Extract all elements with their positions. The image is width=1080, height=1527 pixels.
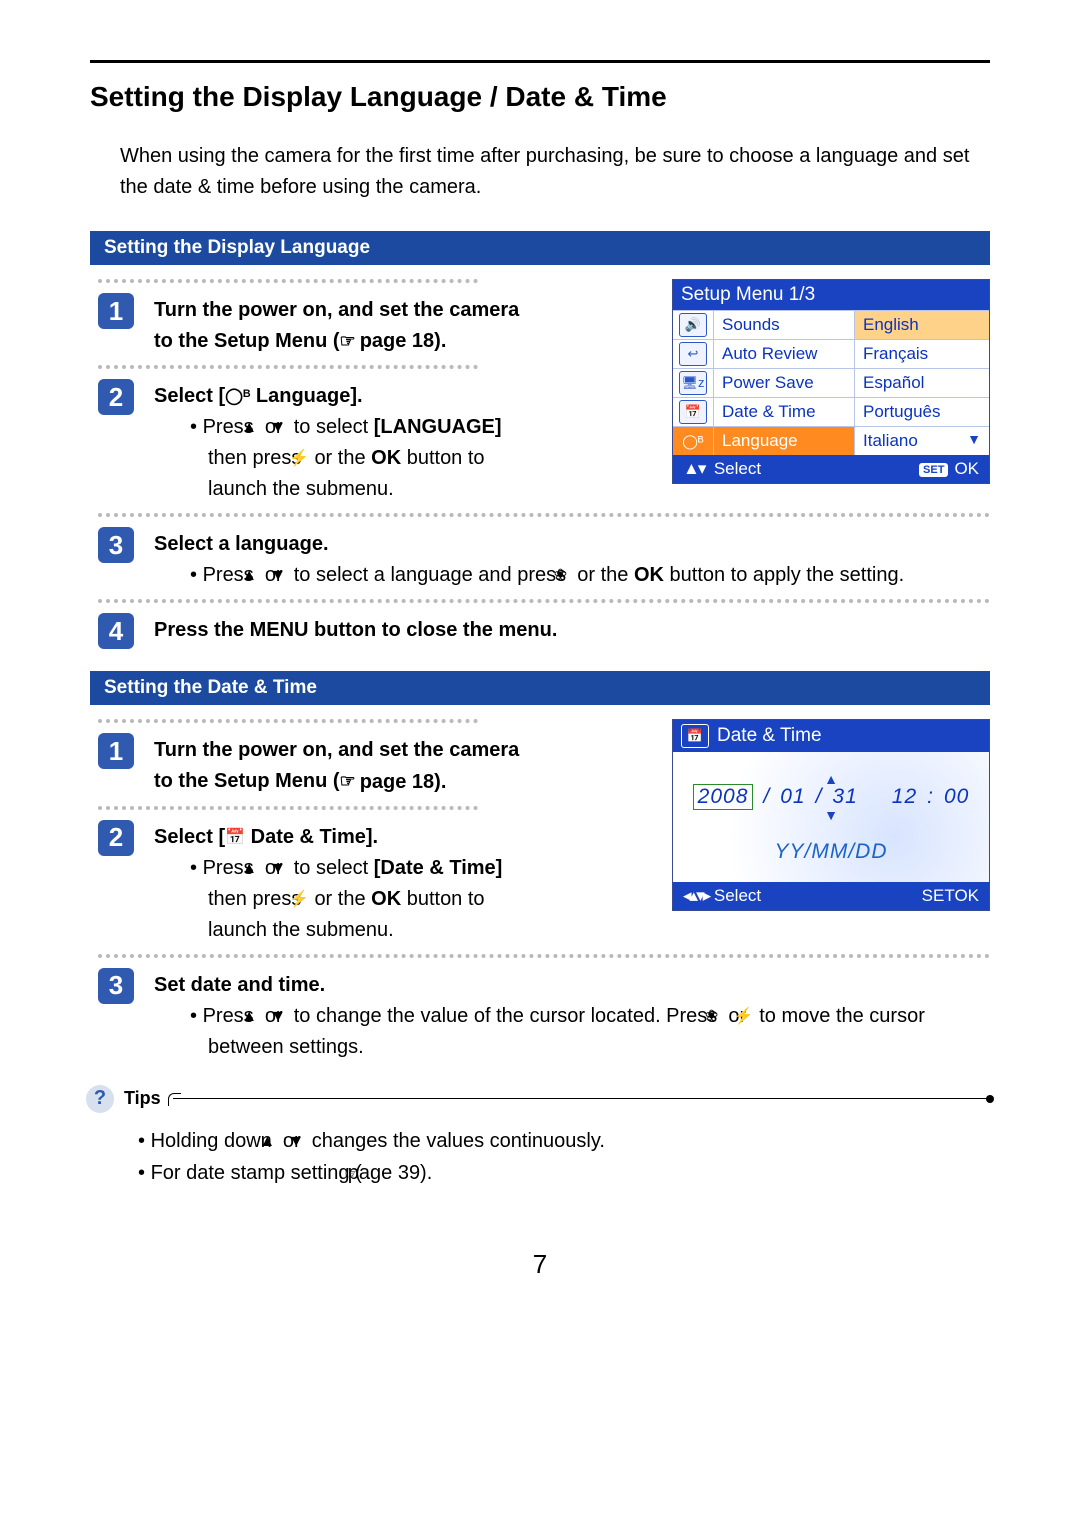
- intro-text: When using the camera for the first time…: [120, 141, 990, 203]
- menu-row-language: ◯ᴮ Language Italiano ▼: [673, 426, 989, 455]
- page-number: 7: [90, 1249, 990, 1280]
- updown-icon: ▲▾: [683, 459, 704, 478]
- down-triangle-icon: ▼: [967, 431, 981, 447]
- menu-row-autoreview: ↩ Auto Review Français: [673, 339, 989, 368]
- step-number: 2: [98, 379, 134, 415]
- menu-label: Language: [714, 427, 854, 455]
- page-ref-icon: ☞: [340, 768, 356, 796]
- date-format-label: YY/MM/DD: [681, 840, 981, 864]
- tips-label: Tips: [124, 1088, 161, 1109]
- menu-row-powersave: 🖥z Power Save Español: [673, 368, 989, 397]
- navpad-icon: ◂▴▾▸: [683, 886, 709, 905]
- page-ref-icon: ☞: [340, 328, 356, 356]
- step-4: 4 Press the MENU button to close the men…: [98, 613, 990, 649]
- setup-menu-title: Setup Menu 1/3: [673, 280, 989, 310]
- datetime-body: ▲ 2008 /01 /31 12:00 ▼ YY/MM/DD: [673, 752, 989, 882]
- dotted-divider: [98, 279, 478, 283]
- tips-rule: [173, 1098, 990, 1099]
- menu-value: Português: [854, 398, 989, 426]
- calendar-icon: 📅: [225, 830, 245, 846]
- tips-icon: ?: [86, 1085, 114, 1113]
- step-number: 1: [98, 293, 134, 329]
- language-icon: ◯ᴮ: [225, 389, 250, 405]
- set-badge: SET: [922, 886, 955, 905]
- dotted-divider: [98, 365, 478, 369]
- dotted-divider: [98, 719, 478, 723]
- date-year-field: 2008: [693, 784, 754, 810]
- section-header-language: Setting the Display Language: [90, 231, 990, 265]
- menu-value: Français: [854, 340, 989, 368]
- step-number: 2: [98, 820, 134, 856]
- menu-label: Power Save: [714, 369, 854, 397]
- menu-row-sounds: 🔊 Sounds English: [673, 310, 989, 339]
- top-rule: [90, 60, 990, 63]
- calendar-icon: 📅: [679, 400, 707, 424]
- dotted-divider: [98, 513, 990, 517]
- setup-menu-screenshot: Setup Menu 1/3 🔊 Sounds English ↩ Auto R…: [672, 279, 990, 484]
- page-title: Setting the Display Language / Date & Ti…: [90, 81, 990, 113]
- dotted-divider: [98, 954, 990, 958]
- dotted-divider: [98, 599, 990, 603]
- dotted-divider: [98, 806, 478, 810]
- flash-icon: ⚡: [307, 451, 309, 467]
- up-triangle-icon: ▲: [681, 774, 981, 784]
- menu-label: Auto Review: [714, 340, 854, 368]
- step-3: 3 Select a language. Press ▲ or ▼ to sel…: [98, 527, 990, 591]
- menu-row-datetime: 📅 Date & Time Português: [673, 397, 989, 426]
- tips-block: ? Tips Holding down ▲ or ▼ changes the v…: [90, 1085, 990, 1189]
- flash-icon: ⚡: [752, 1009, 754, 1025]
- datetime-footer: ◂▴▾▸ Select SETOK: [673, 882, 989, 910]
- step-number: 3: [98, 527, 134, 563]
- sleep-icon: 🖥z: [679, 371, 707, 395]
- section-header-datetime: Setting the Date & Time: [90, 671, 990, 705]
- menu-label: Date & Time: [714, 398, 854, 426]
- calendar-icon: 📅: [681, 724, 709, 748]
- datetime-screenshot: 📅 Date & Time ▲ 2008 /01 /31 12:00 ▼ YY/…: [672, 719, 990, 911]
- back-icon: ↩: [679, 342, 707, 366]
- flash-icon: ⚡: [307, 892, 309, 908]
- menu-value: English: [854, 311, 989, 339]
- setup-menu-footer: ▲▾ Select SETOK: [673, 455, 989, 483]
- step-number: 1: [98, 733, 134, 769]
- tips-list: Holding down ▲ or ▼ changes the values c…: [120, 1125, 990, 1189]
- down-triangle-icon: ▼: [681, 810, 981, 820]
- datetime-title: 📅 Date & Time: [673, 720, 989, 752]
- step-number: 4: [98, 613, 134, 649]
- menu-label: Sounds: [714, 311, 854, 339]
- set-badge: SET: [919, 463, 948, 477]
- step-3: 3 Set date and time. Press ▲ or ▼ to cha…: [98, 968, 990, 1063]
- language-icon: ◯ᴮ: [682, 433, 703, 450]
- section-language-body: Setup Menu 1/3 🔊 Sounds English ↩ Auto R…: [90, 279, 990, 649]
- sound-icon: 🔊: [679, 313, 707, 337]
- section-datetime-body: 📅 Date & Time ▲ 2008 /01 /31 12:00 ▼ YY/…: [90, 719, 990, 1062]
- menu-value: Italiano ▼: [854, 427, 989, 455]
- step-number: 3: [98, 968, 134, 1004]
- menu-value: Español: [854, 369, 989, 397]
